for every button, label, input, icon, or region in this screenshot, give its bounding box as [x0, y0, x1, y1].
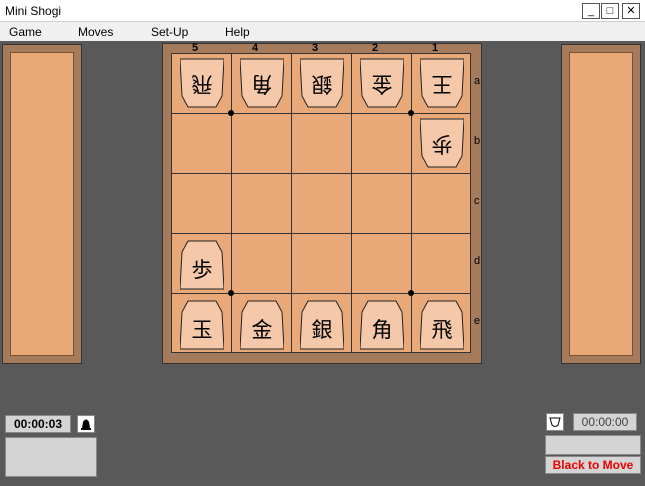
- grid-line: [231, 54, 232, 352]
- white-turn-indicator: [546, 413, 564, 431]
- grid-line: [411, 54, 412, 352]
- grid-line: [172, 293, 470, 294]
- piece-black-king[interactable]: 玉: [180, 298, 224, 350]
- piece-label: 金: [251, 318, 273, 342]
- piece-white-bishop[interactable]: 角: [240, 58, 284, 110]
- filled-bell-icon: [81, 419, 91, 430]
- piece-label: 銀: [311, 72, 333, 96]
- piece-label: 歩: [431, 132, 453, 156]
- black-turn-indicator: [77, 415, 95, 433]
- piece-label: 飛: [191, 72, 213, 96]
- rank-label-d: d: [474, 255, 481, 267]
- close-button[interactable]: ✕: [622, 3, 640, 19]
- piece-black-gold[interactable]: 金: [240, 298, 284, 350]
- rank-label-c: c: [474, 195, 480, 207]
- status-message: Black to Move: [545, 456, 641, 474]
- black-hand-tray[interactable]: [561, 44, 641, 364]
- title-bar[interactable]: Mini Shogi _ □ ✕: [0, 0, 645, 22]
- grid-line: [172, 113, 470, 114]
- rank-label-b: b: [474, 135, 481, 147]
- outline-bell-icon: [549, 417, 561, 427]
- grid-line: [172, 233, 470, 234]
- piece-white-pawn[interactable]: 歩: [420, 118, 464, 170]
- window-title: Mini Shogi: [5, 4, 62, 18]
- menu-bar: Game Moves Set-Up Help: [0, 22, 645, 41]
- piece-label: 飛: [431, 318, 453, 342]
- piece-white-king[interactable]: 王: [420, 58, 464, 110]
- piece-label: 銀: [311, 318, 333, 342]
- piece-label: 歩: [191, 258, 213, 282]
- piece-black-rook[interactable]: 飛: [420, 298, 464, 350]
- star-point: [228, 290, 234, 296]
- piece-white-silver[interactable]: 銀: [300, 58, 344, 110]
- grid-line: [291, 54, 292, 352]
- piece-label: 角: [251, 72, 273, 96]
- piece-black-pawn[interactable]: 歩: [180, 238, 224, 290]
- menu-setup[interactable]: Set-Up: [151, 25, 188, 39]
- white-info-panel: [545, 435, 641, 455]
- piece-black-bishop[interactable]: 角: [360, 298, 404, 350]
- menu-game[interactable]: Game: [9, 25, 42, 39]
- menu-moves[interactable]: Moves: [78, 25, 113, 39]
- minimize-button[interactable]: _: [582, 3, 600, 19]
- black-hand-area[interactable]: [569, 52, 633, 356]
- piece-label: 角: [371, 318, 393, 342]
- white-hand-area[interactable]: [10, 52, 74, 356]
- piece-white-rook[interactable]: 飛: [180, 58, 224, 110]
- black-info-panel: [5, 437, 97, 477]
- menu-help[interactable]: Help: [225, 25, 250, 39]
- white-hand-tray[interactable]: [2, 44, 82, 364]
- piece-white-gold[interactable]: 金: [360, 58, 404, 110]
- white-clock: 00:00:00: [573, 413, 637, 431]
- black-clock: 00:00:03: [5, 415, 71, 433]
- star-point: [408, 290, 414, 296]
- piece-black-silver[interactable]: 銀: [300, 298, 344, 350]
- rank-label-a: a: [474, 75, 481, 87]
- maximize-button[interactable]: □: [601, 3, 619, 19]
- mini-shogi-window: Mini Shogi _ □ ✕ Game Moves Set-Up Help …: [0, 0, 645, 486]
- star-point: [408, 110, 414, 116]
- shogi-board[interactable]: 飛角銀金王歩歩玉金銀角飛: [171, 53, 471, 353]
- grid-line: [351, 54, 352, 352]
- piece-label: 王: [431, 72, 453, 96]
- piece-label: 金: [371, 72, 393, 96]
- rank-label-e: e: [474, 315, 481, 327]
- grid-line: [172, 173, 470, 174]
- piece-label: 玉: [191, 318, 213, 342]
- star-point: [228, 110, 234, 116]
